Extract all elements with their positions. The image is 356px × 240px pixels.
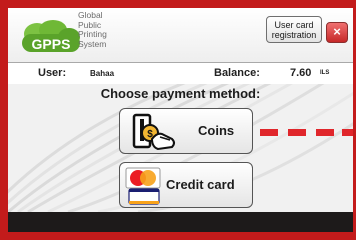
dashed-indicator-segment <box>316 129 334 136</box>
logo-line-system: System <box>78 38 107 49</box>
user-card-label-line1: User card <box>274 20 314 30</box>
close-icon: × <box>333 24 341 39</box>
bottom-bezel <box>8 212 353 232</box>
close-button[interactable]: × <box>326 22 348 43</box>
logo-tagline: Global Public Printing System <box>78 10 107 49</box>
user-name: Bahaa <box>90 69 115 78</box>
hand-inserting-coin-icon: $ <box>132 113 175 151</box>
credit-cards-icon <box>125 167 161 205</box>
account-info-row: User: Bahaa Balance: 7.60 ILS <box>8 64 353 84</box>
coins-payment-button[interactable]: $ Coins <box>119 108 253 154</box>
payment-method-title: Choose payment method: <box>100 86 261 101</box>
coins-label: Coins <box>198 123 235 138</box>
logo-brand-text: GPPS <box>32 36 71 52</box>
kiosk-screen: GPPS Global Public Printing System User … <box>8 8 353 212</box>
credit-card-label: Credit card <box>166 177 235 192</box>
user-card-registration-button[interactable]: User card registration <box>266 16 322 43</box>
user-label: User: <box>38 67 67 79</box>
cloud-logo-icon: GPPS <box>22 20 80 52</box>
dashed-indicator-segment <box>288 129 306 136</box>
header-bar: GPPS Global Public Printing System User … <box>8 8 353 63</box>
dashed-indicator-segment <box>260 129 278 136</box>
payment-panel: Choose payment method: $ Coins Credit ca… <box>8 84 353 212</box>
currency-label: ILS <box>320 70 330 76</box>
credit-card-payment-button[interactable]: Credit card <box>119 162 253 208</box>
gpps-logo: GPPS <box>17 20 87 56</box>
balance-value: 7.60 <box>290 67 312 79</box>
balance-label: Balance: <box>214 67 260 79</box>
user-card-label-line2: registration <box>271 30 317 40</box>
dashed-indicator-segment <box>342 129 353 136</box>
